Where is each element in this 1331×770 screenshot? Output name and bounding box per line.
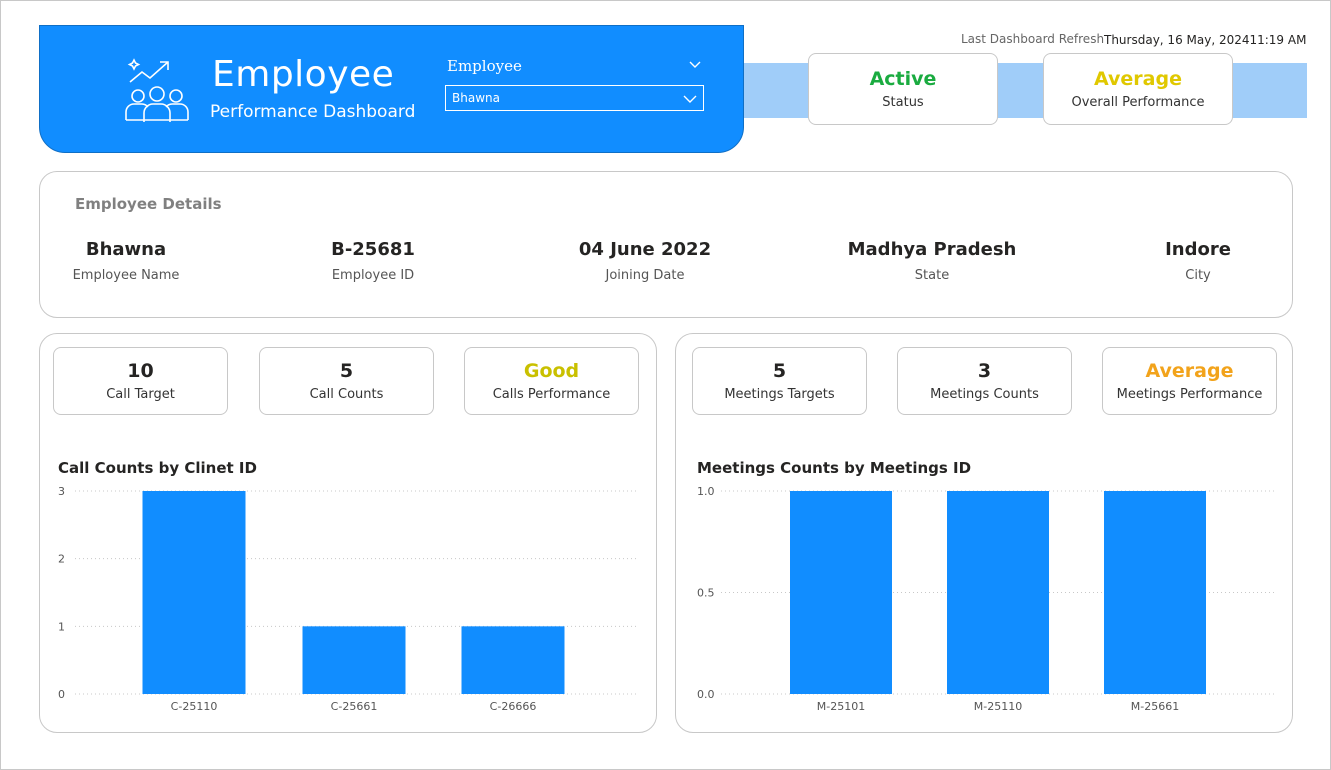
calls-performance-value: Good [523,360,580,382]
state-value: Madhya Pradesh [847,239,1017,260]
bar-M-25101[interactable] [790,491,892,694]
meetings-counts-value: 3 [977,360,992,382]
meetings-targets-value: 5 [772,360,787,382]
y-tick-label: 1.0 [697,485,715,498]
x-category-label: C-25661 [331,700,378,713]
y-tick-label: 0.0 [697,688,715,701]
employee-details-title: Employee Details [75,195,222,213]
x-category-label: C-26666 [490,700,537,713]
y-tick-label: 1 [58,620,65,633]
call-counts-value: 5 [339,360,354,382]
joining-date-label: Joining Date [605,268,685,283]
city-value: Indore [1165,239,1231,260]
meetings-counts-label: Meetings Counts [930,387,1039,402]
chevron-down-icon [683,95,697,103]
last-refresh-label: Last Dashboard Refresh [961,32,1105,46]
bar-C-25661[interactable] [302,626,406,694]
calls-performance-card: Good Calls Performance [464,347,639,415]
x-category-label: M-25110 [974,700,1022,713]
joining-date-value: 04 June 2022 [578,239,712,260]
city-label: City [1185,268,1211,283]
dashboard-title: Employee [212,54,395,95]
bar-M-25661[interactable] [1104,491,1206,694]
meetings-counts-bar-chart: 0.0 0.5 1.0 M-25101 M-25110 M-25661 [697,485,1274,713]
y-tick-label: 3 [58,485,65,498]
state-label: State [914,268,950,283]
team-growth-icon [125,58,189,122]
bar-M-25110[interactable] [947,491,1049,694]
meetings-panel: 5 Meetings Targets 3 Meetings Counts Ave… [675,333,1293,733]
detail-city: Indore City [1078,239,1318,283]
bar-C-25110[interactable] [142,491,246,694]
dashboard-subtitle: Performance Dashboard [210,102,416,122]
employee-name-value: Bhawna [85,239,167,260]
detail-state: Madhya Pradesh State [812,239,1052,283]
detail-employee-name: Bhawna Employee Name [6,239,246,283]
employee-dropdown-value: Bhawna [452,91,500,105]
overall-performance-value: Average [1094,68,1182,90]
meetings-performance-label: Meetings Performance [1116,387,1263,402]
y-tick-label: 2 [58,553,65,566]
meetings-targets-label: Meetings Targets [724,387,835,402]
call-target-card: 10 Call Target [53,347,228,415]
header-banner: Employee Performance Dashboard Employee … [39,25,744,153]
employee-id-label: Employee ID [331,268,415,283]
y-tick-label: 0 [58,688,65,701]
employee-slicer-label: Employee [447,57,522,75]
last-refresh-value: Thursday, 16 May, 202411:19 AM [1104,33,1307,47]
call-counts-bar-chart: 0 1 2 3 C-25110 C-25661 C-26666 [58,485,638,713]
employee-name-label: Employee Name [72,268,180,283]
employee-dropdown[interactable]: Bhawna [445,85,704,111]
overall-performance-label: Overall Performance [1071,95,1205,110]
call-counts-label: Call Counts [309,387,384,402]
call-counts-card: 5 Call Counts [259,347,434,415]
meetings-counts-card: 3 Meetings Counts [897,347,1072,415]
detail-joining-date: 04 June 2022 Joining Date [525,239,765,283]
overall-performance-card: Average Overall Performance [1043,53,1233,125]
meetings-performance-value: Average [1145,360,1234,382]
calls-panel: 10 Call Target 5 Call Counts Good Calls … [39,333,657,733]
status-card: Active Status [808,53,998,125]
meetings-performance-card: Average Meetings Performance [1102,347,1277,415]
employee-details-panel: Employee Details Bhawna Employee Name B-… [39,171,1293,318]
x-category-label: M-25661 [1131,700,1179,713]
x-category-label: C-25110 [171,700,218,713]
chevron-down-icon[interactable] [688,60,702,70]
bar-C-26666[interactable] [461,626,565,694]
meetings-targets-card: 5 Meetings Targets [692,347,867,415]
detail-employee-id: B-25681 Employee ID [253,239,493,283]
employee-id-value: B-25681 [331,239,415,260]
status-value: Active [869,68,937,90]
x-category-label: M-25101 [817,700,865,713]
call-target-value: 10 [127,360,154,382]
call-target-label: Call Target [106,387,175,402]
y-tick-label: 0.5 [697,587,715,600]
status-label: Status [882,95,924,110]
calls-performance-label: Calls Performance [492,387,611,402]
